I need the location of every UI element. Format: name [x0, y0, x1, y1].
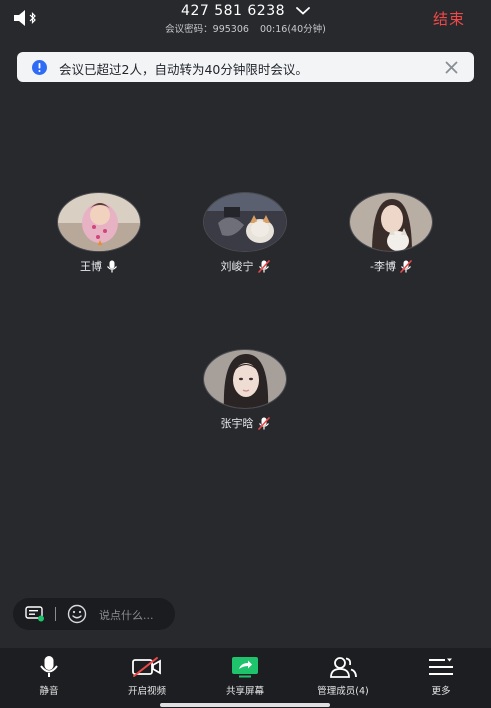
members-icon — [330, 657, 357, 678]
avatar — [203, 192, 287, 252]
banner-text: 会议已超过2人，自动转为40分钟限时会议。 — [59, 62, 308, 77]
participant-tile[interactable]: -李博 — [336, 192, 446, 274]
participant-name-row: -李博 — [336, 258, 446, 274]
manage-members-button[interactable]: 管理成员(4) — [298, 654, 388, 697]
chevron-down-icon — [296, 7, 310, 15]
top-bar: 427 581 6238 会议密码：995306 00:16(40分钟) 结束 — [0, 0, 491, 40]
microphone-icon — [107, 260, 117, 272]
avatar — [203, 349, 287, 409]
meeting-id-dropdown[interactable]: 427 581 6238 — [0, 3, 491, 19]
participant-name: 王博 — [80, 260, 102, 273]
meeting-id-text: 427 581 6238 — [181, 3, 286, 19]
chat-input[interactable]: 说点什么... — [13, 598, 175, 630]
avatar — [349, 192, 433, 252]
mute-label: 静音 — [39, 686, 59, 697]
participant-name: -李博 — [370, 260, 396, 273]
chat-toggle-icon[interactable] — [25, 606, 45, 622]
meeting-meta: 会议密码：995306 00:16(40分钟) — [0, 21, 491, 35]
participant-name-row: 王博 — [44, 258, 154, 274]
close-icon[interactable] — [445, 61, 458, 74]
participant-name: 张宇晗 — [220, 417, 254, 430]
bottom-toolbar: 静音 开启视频 共享屏幕 管理成员(4) 更多 — [0, 648, 491, 708]
start-video-button[interactable]: 开启视频 — [102, 654, 192, 697]
end-meeting-button[interactable]: 结束 — [433, 8, 465, 29]
meeting-screen: 427 581 6238 会议密码：995306 00:16(40分钟) 结束 … — [0, 0, 491, 708]
microphone-muted-icon — [257, 259, 270, 273]
share-screen-icon — [232, 657, 258, 678]
participant-tile[interactable]: 王博 — [44, 192, 154, 274]
participant-name-row: 刘峻宁 — [190, 258, 300, 274]
microphone-muted-icon — [400, 259, 412, 273]
meeting-timer: 00:16(40分钟) — [259, 24, 326, 35]
more-button[interactable]: 更多 — [396, 654, 486, 697]
emoji-icon[interactable] — [67, 604, 87, 624]
manage-members-label: 管理成员(4) — [317, 686, 369, 697]
share-screen-button[interactable]: 共享屏幕 — [200, 654, 290, 697]
microphone-muted-icon — [257, 416, 270, 430]
microphone-icon — [40, 656, 58, 677]
info-icon — [32, 60, 47, 75]
chat-placeholder: 说点什么... — [99, 609, 154, 622]
divider — [55, 607, 56, 621]
more-label: 更多 — [431, 686, 451, 697]
home-indicator — [160, 703, 330, 707]
more-menu-icon — [429, 658, 453, 675]
start-video-label: 开启视频 — [127, 686, 166, 697]
participant-name-row: 张宇晗 — [190, 415, 300, 431]
video-off-icon — [132, 657, 161, 677]
mute-button[interactable]: 静音 — [4, 654, 94, 697]
participant-tile[interactable]: 刘峻宁 — [190, 192, 300, 274]
share-screen-label: 共享屏幕 — [225, 686, 264, 697]
time-limit-banner: 会议已超过2人，自动转为40分钟限时会议。 — [17, 52, 474, 82]
meeting-password: 会议密码：995306 — [165, 24, 249, 35]
avatar — [57, 192, 141, 252]
participant-tile[interactable]: 张宇晗 — [190, 349, 300, 431]
participant-name: 刘峻宁 — [220, 260, 254, 273]
